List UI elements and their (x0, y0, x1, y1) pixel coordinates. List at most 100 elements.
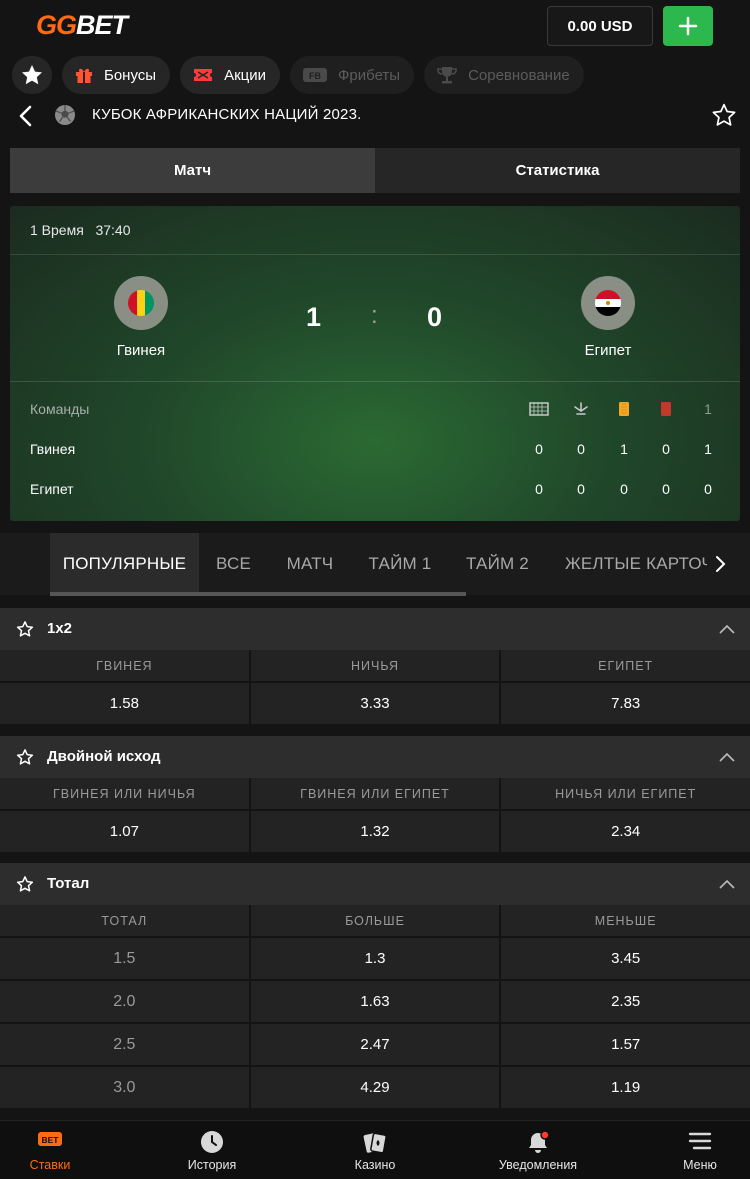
odds-button[interactable]: 4.29 (250, 1067, 500, 1108)
chevron-up-icon[interactable] (718, 623, 736, 635)
odds-button[interactable]: 2.35 (501, 981, 750, 1022)
penalty-icon (571, 401, 591, 420)
column-header: БОЛЬШЕ (250, 905, 500, 936)
tab-all[interactable]: ВСЕ (199, 533, 268, 595)
odds-button[interactable]: 1.57 (501, 1024, 750, 1065)
tab-yellow-cards[interactable]: ЖЕЛТЫЕ КАРТОЧ (547, 533, 707, 595)
stats-team-name: Египет (30, 481, 74, 497)
nav-label: История (187, 1158, 237, 1172)
chip-freebets[interactable]: FB Фрибеты (290, 56, 415, 94)
odds-button[interactable]: 1.32 (250, 811, 500, 852)
tab-match[interactable]: Матч (10, 148, 375, 193)
stats-value: 0 (662, 481, 670, 497)
stats-team-name: Гвинея (30, 441, 76, 457)
away-team-name: Египет (584, 342, 632, 359)
odds-button[interactable]: 1.3 (250, 938, 500, 979)
star-outline-icon[interactable] (16, 620, 34, 638)
top-header: GGBET 0.00 USD (0, 0, 750, 52)
bell-icon (529, 1130, 550, 1153)
chip-competition[interactable]: Соревнование (424, 56, 584, 94)
stats-value: 0 (535, 481, 543, 497)
favorites-chip[interactable] (12, 56, 52, 94)
market-header[interactable]: 1x2 (0, 608, 750, 650)
tab-half-2[interactable]: ТАЙМ 2 (448, 533, 547, 595)
market-title: Двойной исход (47, 748, 161, 765)
home-team-name: Гвинея (116, 342, 166, 359)
league-title-row: КУБОК АФРИКАНСКИХ НАЦИЙ 2023. (0, 98, 750, 134)
tab-half-1[interactable]: ТАЙМ 1 (352, 533, 448, 595)
red-card-icon (656, 401, 676, 420)
yellow-card-icon (614, 401, 634, 420)
tab-popular[interactable]: ПОПУЛЯРНЫЕ (50, 533, 199, 595)
chip-label: Бонусы (104, 66, 157, 84)
bottom-navigation: BET Ставки История Казино Уведомления Ме… (0, 1120, 750, 1179)
back-arrow-icon[interactable] (16, 104, 36, 128)
menu-icon (688, 1132, 712, 1150)
deposit-button[interactable] (663, 6, 713, 46)
odds-button[interactable]: 2.34 (501, 811, 750, 852)
logo[interactable]: GGBET (36, 10, 128, 41)
nav-casino[interactable]: Казино (310, 1121, 440, 1179)
chip-label: Фрибеты (338, 66, 401, 84)
stats-value: 0 (577, 441, 585, 457)
chip-label: Акции (224, 66, 267, 84)
market-columns: ГВИНЕЯ ИЛИ НИЧЬЯ ГВИНЕЯ ИЛИ ЕГИПЕТ НИЧЬЯ… (0, 778, 750, 809)
stats-value: 0 (535, 441, 543, 457)
stats-value: 1 (620, 441, 628, 457)
nav-bets[interactable]: BET Ставки (0, 1121, 115, 1179)
divider (10, 381, 740, 382)
chip-promotions[interactable]: Акции (180, 56, 281, 94)
total-row: 2.5 2.47 1.57 (0, 1022, 750, 1065)
odds-button[interactable]: 3.45 (501, 938, 750, 979)
stats-value: 1 (704, 441, 712, 457)
clock-icon (201, 1131, 223, 1153)
league-title: КУБОК АФРИКАНСКИХ НАЦИЙ 2023. (92, 106, 362, 123)
tab-match-markets[interactable]: МАТЧ (268, 533, 352, 595)
nav-menu[interactable]: Меню (635, 1121, 750, 1179)
bet-icon: BET (38, 1132, 62, 1146)
tab-statistics[interactable]: Статистика (375, 148, 740, 193)
odds-row: 1.07 1.32 2.34 (0, 809, 750, 852)
odds-button[interactable]: 1.07 (0, 811, 249, 852)
market-header[interactable]: Тотал (0, 863, 750, 905)
odds-button[interactable]: 1.58 (0, 683, 249, 724)
chevron-up-icon[interactable] (718, 751, 736, 763)
chip-bonuses[interactable]: Бонусы (62, 56, 171, 94)
logo-bet: BET (76, 10, 128, 40)
market-title: Тотал (47, 875, 90, 892)
nav-history[interactable]: История (147, 1121, 277, 1179)
star-outline-icon[interactable] (16, 748, 34, 766)
home-team-logo (114, 276, 168, 330)
stats-value: 0 (662, 441, 670, 457)
nav-notifications[interactable]: Уведомления (473, 1121, 603, 1179)
period-one-label: 1 (704, 401, 712, 417)
nav-label: Уведомления (498, 1158, 578, 1172)
odds-button[interactable]: 2.47 (250, 1024, 500, 1065)
market-columns: ТОТАЛ БОЛЬШЕ МЕНЬШЕ (0, 905, 750, 936)
total-row: 2.0 1.63 2.35 (0, 979, 750, 1022)
balance-button[interactable]: 0.00 USD (547, 6, 653, 46)
odds-button[interactable]: 7.83 (501, 683, 750, 724)
view-tabs: Матч Статистика (10, 148, 740, 193)
logo-gg: GG (36, 10, 77, 40)
ticket-icon (194, 69, 213, 81)
odds-button[interactable]: 3.33 (250, 683, 500, 724)
match-clock: 37:40 (95, 222, 131, 238)
nav-label: Ставки (29, 1158, 71, 1172)
market-header[interactable]: Двойной исход (0, 736, 750, 778)
chevron-right-icon[interactable] (712, 555, 728, 573)
column-header: ТОТАЛ (0, 905, 249, 936)
star-outline-icon[interactable] (16, 875, 34, 893)
chevron-up-icon[interactable] (718, 878, 736, 890)
odds-button[interactable]: 1.63 (250, 981, 500, 1022)
column-header: НИЧЬЯ ИЛИ ЕГИПЕТ (501, 778, 750, 809)
chip-label: Соревнование (468, 66, 570, 84)
market-1x2: 1x2 ГВИНЕЯ НИЧЬЯ ЕГИПЕТ 1.58 3.33 7.83 (0, 608, 750, 724)
favorite-star-icon[interactable] (711, 102, 737, 128)
column-header: ГВИНЕЯ ИЛИ ЕГИПЕТ (250, 778, 500, 809)
market-tabs: ПОПУЛЯРНЫЕ ВСЕ МАТЧ ТАЙМ 1 ТАЙМ 2 ЖЕЛТЫЕ… (0, 533, 750, 596)
odds-button[interactable]: 1.19 (501, 1067, 750, 1108)
egypt-flag-icon (595, 290, 621, 316)
total-line: 1.5 (0, 938, 249, 979)
match-time: 1 Время 37:40 (30, 222, 131, 238)
